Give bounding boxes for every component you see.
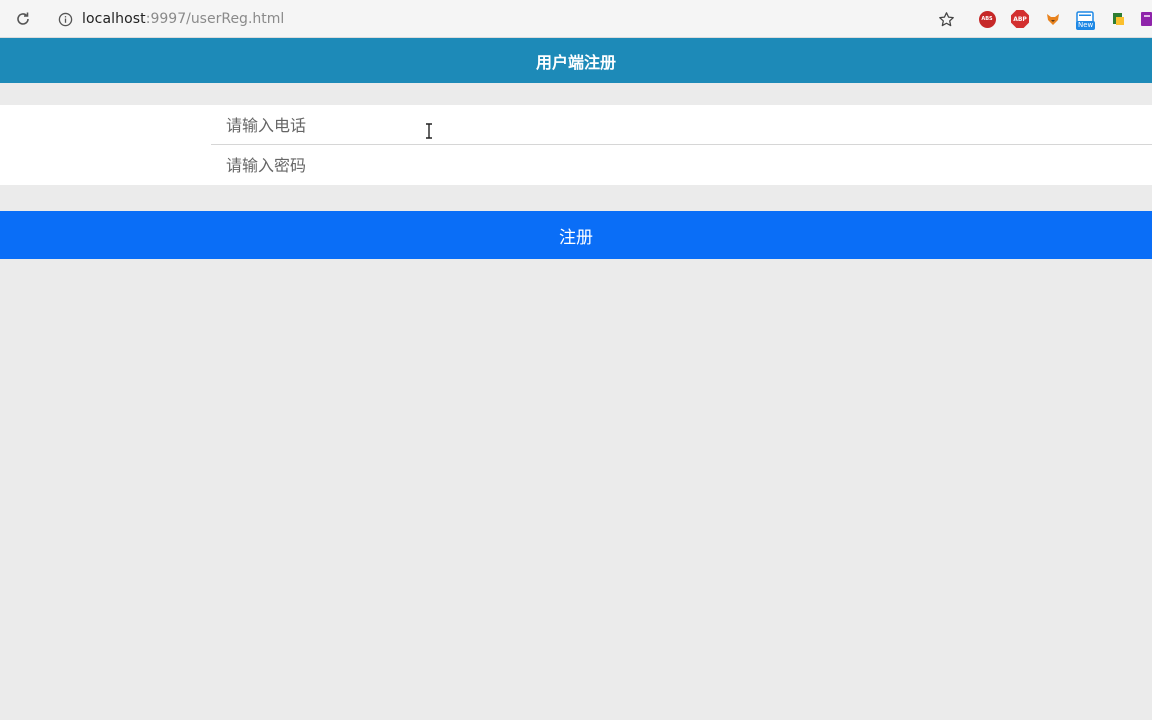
text-cursor-icon: [424, 122, 434, 140]
page-title: 用户端注册: [535, 52, 616, 72]
puzzle-extension-icon[interactable]: [1108, 9, 1128, 29]
password-field-row: [0, 145, 1152, 185]
phone-input[interactable]: [226, 105, 1126, 145]
adblock-plus-extension-icon[interactable]: ABP: [1010, 9, 1030, 29]
fox-extension-icon[interactable]: [1043, 9, 1063, 29]
password-input[interactable]: [226, 145, 1126, 185]
register-button[interactable]: 注册: [0, 211, 1152, 259]
shield-extension-icon[interactable]: ABS: [977, 9, 997, 29]
registration-form: [0, 105, 1152, 185]
register-button-label: 注册: [559, 227, 593, 248]
reload-icon[interactable]: [13, 9, 33, 29]
bookmark-star-icon[interactable]: [936, 9, 956, 29]
page-header: 用户端注册: [0, 38, 1152, 83]
url-path: :9997/userReg.html: [145, 11, 285, 27]
new-extension-icon[interactable]: New: [1075, 9, 1096, 30]
url-host: localhost: [82, 11, 146, 27]
browser-toolbar: localhost:9997/userReg.html ABS ABP New: [0, 0, 1152, 38]
phone-field-row: [0, 105, 1152, 145]
purple-extension-icon[interactable]: [1138, 9, 1152, 29]
address-bar[interactable]: localhost:9997/userReg.html: [50, 6, 920, 32]
info-icon[interactable]: [57, 11, 73, 27]
